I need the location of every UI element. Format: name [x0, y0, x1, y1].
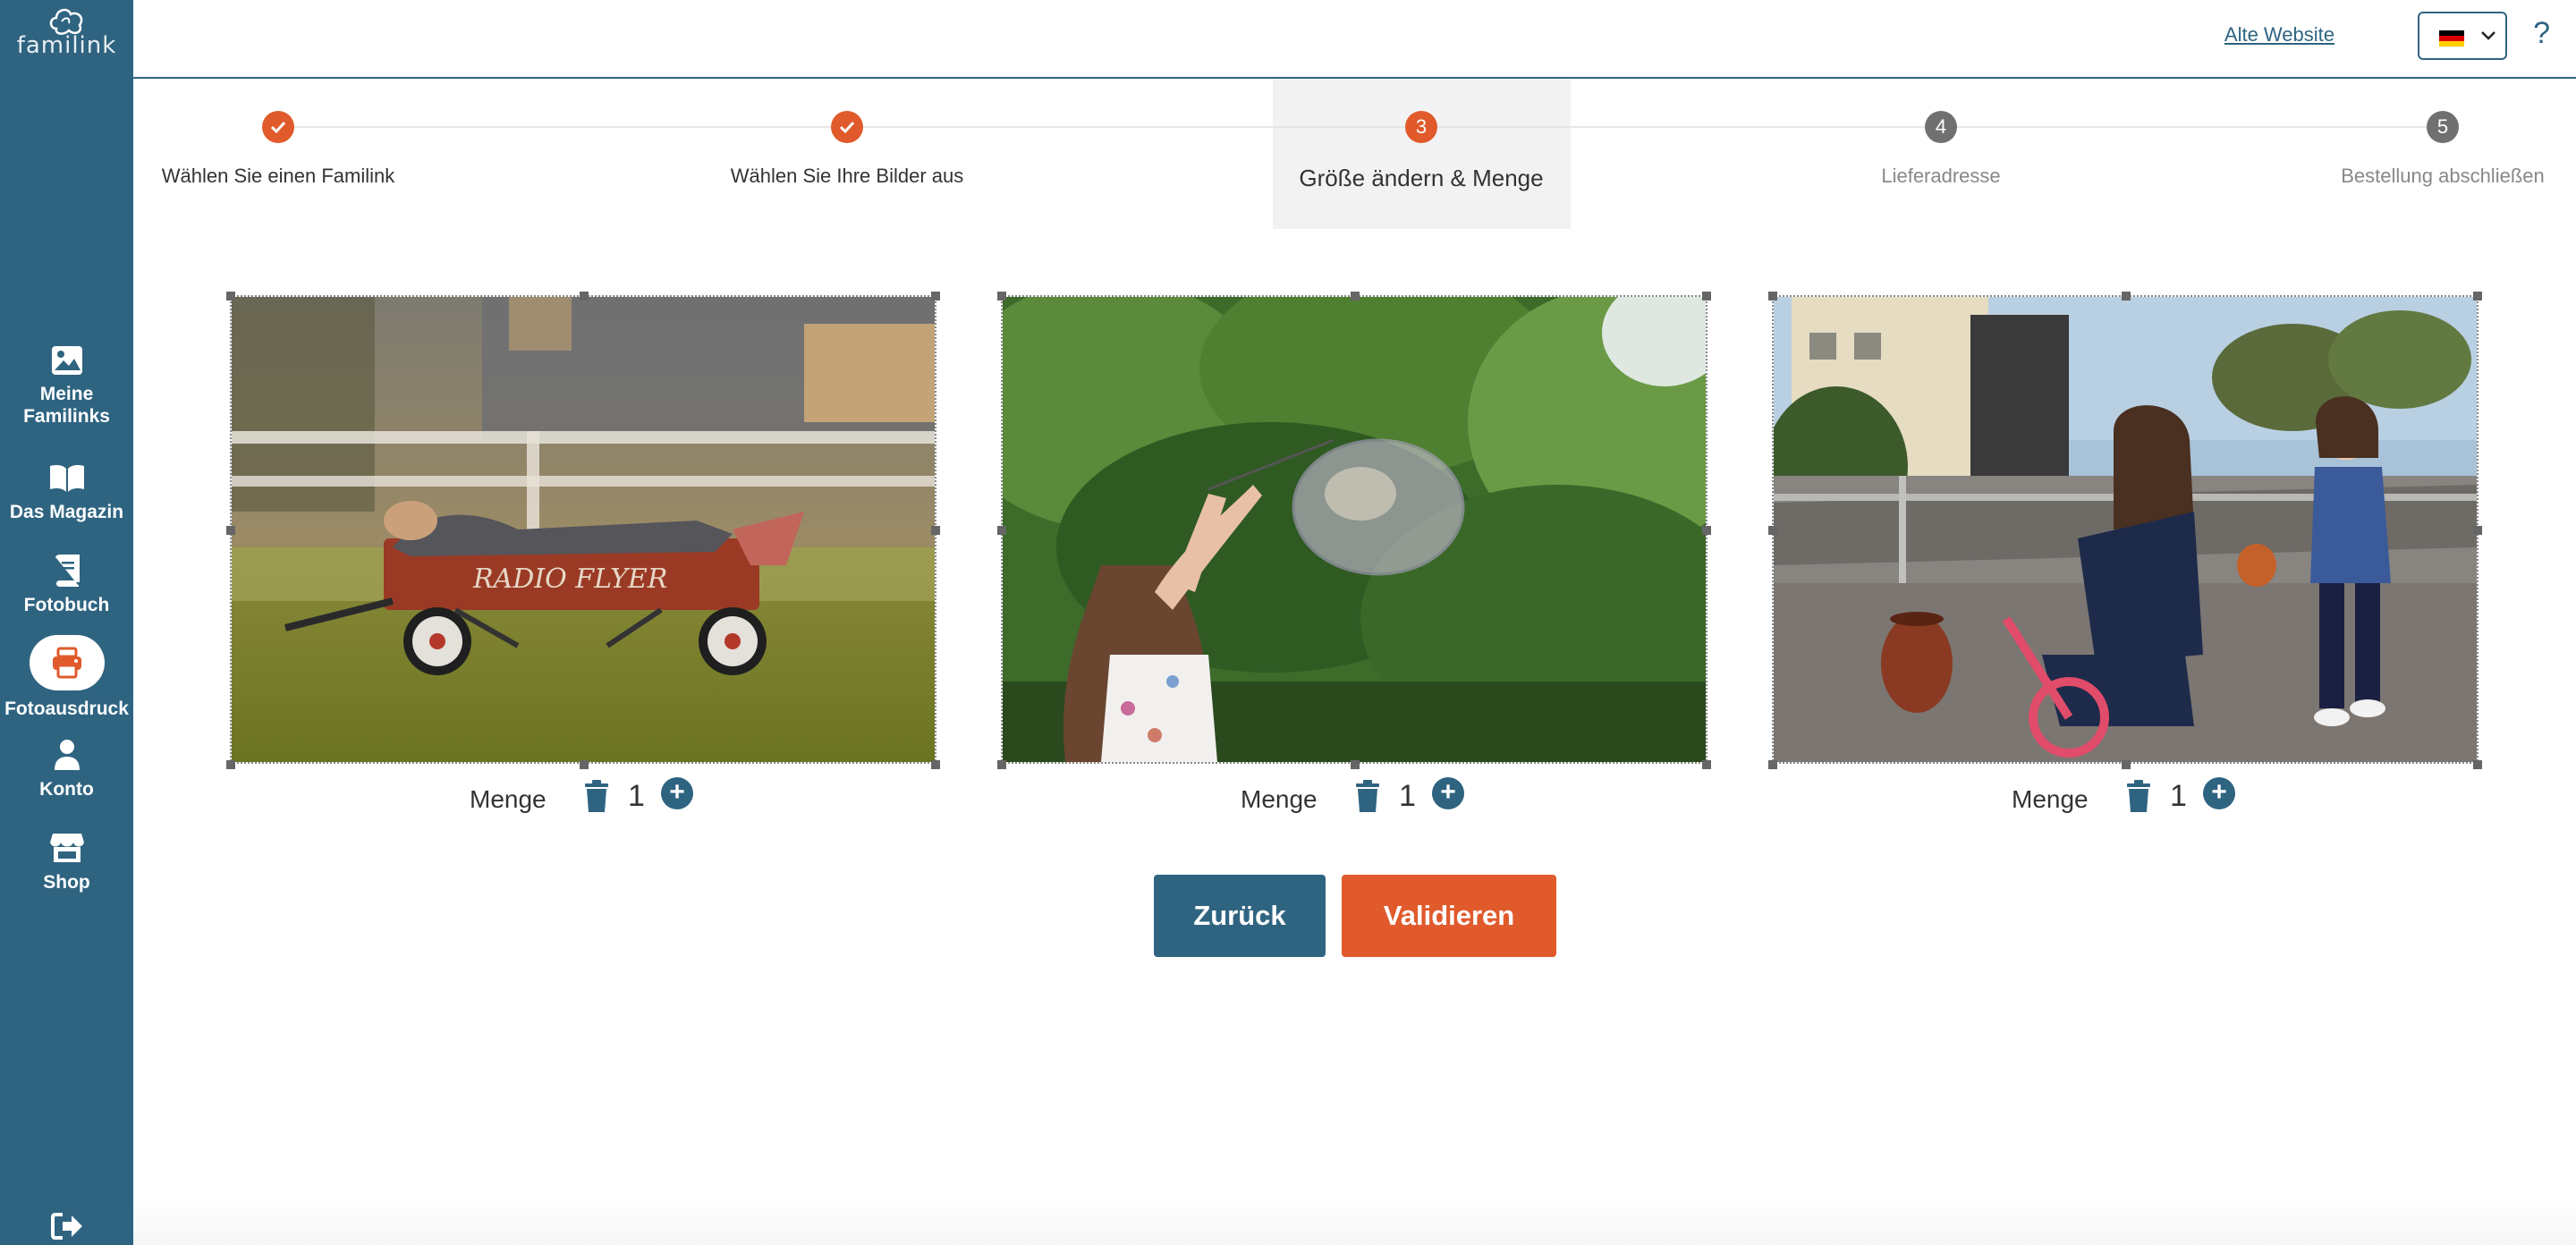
- photo-crop-frame[interactable]: [997, 292, 1711, 769]
- sidebar-item-label: Meine Familinks: [23, 384, 110, 427]
- active-step-highlight: [1273, 79, 1571, 229]
- chevron-down-icon: [2481, 31, 2496, 40]
- user-icon: [54, 740, 80, 770]
- plus-icon[interactable]: +: [661, 777, 693, 809]
- top-header: Alte Website ?: [133, 0, 2576, 79]
- step-done-check-icon: [262, 111, 294, 143]
- quantity-label: Menge: [1241, 785, 1318, 813]
- quantity-row: Menge 1 +: [1772, 775, 2479, 819]
- quantity-row: Menge 1 +: [1001, 775, 1707, 819]
- step-label: Lieferadresse: [1881, 165, 2001, 187]
- trash-icon[interactable]: [1354, 780, 1381, 812]
- sidebar-item-konto[interactable]: Konto: [0, 739, 133, 800]
- trash-icon[interactable]: [583, 780, 610, 812]
- step-number: 4: [1925, 111, 1957, 143]
- quantity-label: Menge: [2012, 785, 2089, 813]
- photo-card-2: Menge 1 +: [997, 292, 1711, 813]
- step-label: Bestellung abschließen: [2341, 165, 2545, 187]
- logout-icon[interactable]: [50, 1212, 84, 1241]
- german-flag-icon: [2439, 30, 2464, 47]
- sidebar-item-label: Das Magazin: [9, 502, 124, 522]
- step-number: 5: [2427, 111, 2459, 143]
- familink-logo[interactable]: familink: [0, 0, 133, 64]
- book-open-icon: [49, 465, 84, 492]
- step-number: 3: [1405, 111, 1437, 143]
- wagon-brand-text: RADIO FLYER: [472, 563, 667, 595]
- quantity-value: 1: [2170, 779, 2187, 813]
- photo-crop-frame[interactable]: RADIO FLYER: [226, 292, 940, 769]
- photo-card-3: Menge 1 +: [1768, 292, 2482, 813]
- active-indicator: [29, 635, 105, 690]
- plus-icon[interactable]: +: [1432, 777, 1464, 809]
- sidebar-item-label: Konto: [39, 779, 94, 800]
- familink-logo-icon: [49, 8, 83, 35]
- bottom-fade: [133, 1198, 2576, 1245]
- photo-crop-frame[interactable]: [1768, 292, 2482, 769]
- photo-girl-blowing-bubble: [1003, 297, 1706, 762]
- sidebar-item-label: Fotoausdruck: [4, 699, 129, 719]
- language-select[interactable]: [2418, 12, 2507, 60]
- photo-girls-with-bike: [1774, 297, 2477, 762]
- help-icon[interactable]: ?: [2533, 16, 2550, 51]
- back-button[interactable]: Zurück: [1154, 875, 1326, 957]
- sidebar-item-das-magazin[interactable]: Das Magazin: [0, 463, 133, 523]
- quantity-row: Menge 1 +: [230, 775, 936, 819]
- printer-icon: [52, 647, 81, 679]
- quantity-value: 1: [1399, 779, 1416, 813]
- stepper-line: [278, 126, 2443, 128]
- sidebar-item-fotobuch[interactable]: Fotobuch: [0, 555, 133, 616]
- step-label: Wählen Sie einen Familink: [161, 165, 395, 187]
- sidebar-item-label: Shop: [43, 872, 90, 893]
- quantity-label: Menge: [470, 785, 547, 813]
- plus-icon[interactable]: +: [2203, 777, 2235, 809]
- old-website-link[interactable]: Alte Website: [2224, 23, 2334, 47]
- store-icon: [49, 834, 84, 862]
- sidebar-item-label: Fotobuch: [23, 595, 110, 615]
- logo-text: familink: [16, 32, 117, 59]
- step-label: Größe ändern & Menge: [1299, 165, 1544, 191]
- step-done-check-icon: [831, 111, 863, 143]
- sidebar-item-fotoausdruck[interactable]: Fotoausdruck: [0, 635, 133, 720]
- image-icon: [51, 346, 82, 375]
- step-label: Wählen Sie Ihre Bilder aus: [730, 165, 964, 187]
- sidebar-item-meine-familinks[interactable]: Meine Familinks: [0, 345, 133, 428]
- validate-button[interactable]: Validieren: [1342, 875, 1556, 957]
- sidebar-item-shop[interactable]: Shop: [0, 832, 133, 894]
- photo-card-1: RADIO FLYER Menge 1 +: [226, 292, 940, 813]
- photo-child-in-wagon: RADIO FLYER: [232, 297, 935, 762]
- order-stepper: Wählen Sie einen Familink Wählen Sie Ihr…: [133, 79, 2576, 229]
- trash-icon[interactable]: [2125, 780, 2152, 812]
- photobook-icon: [55, 555, 80, 587]
- quantity-value: 1: [628, 779, 645, 813]
